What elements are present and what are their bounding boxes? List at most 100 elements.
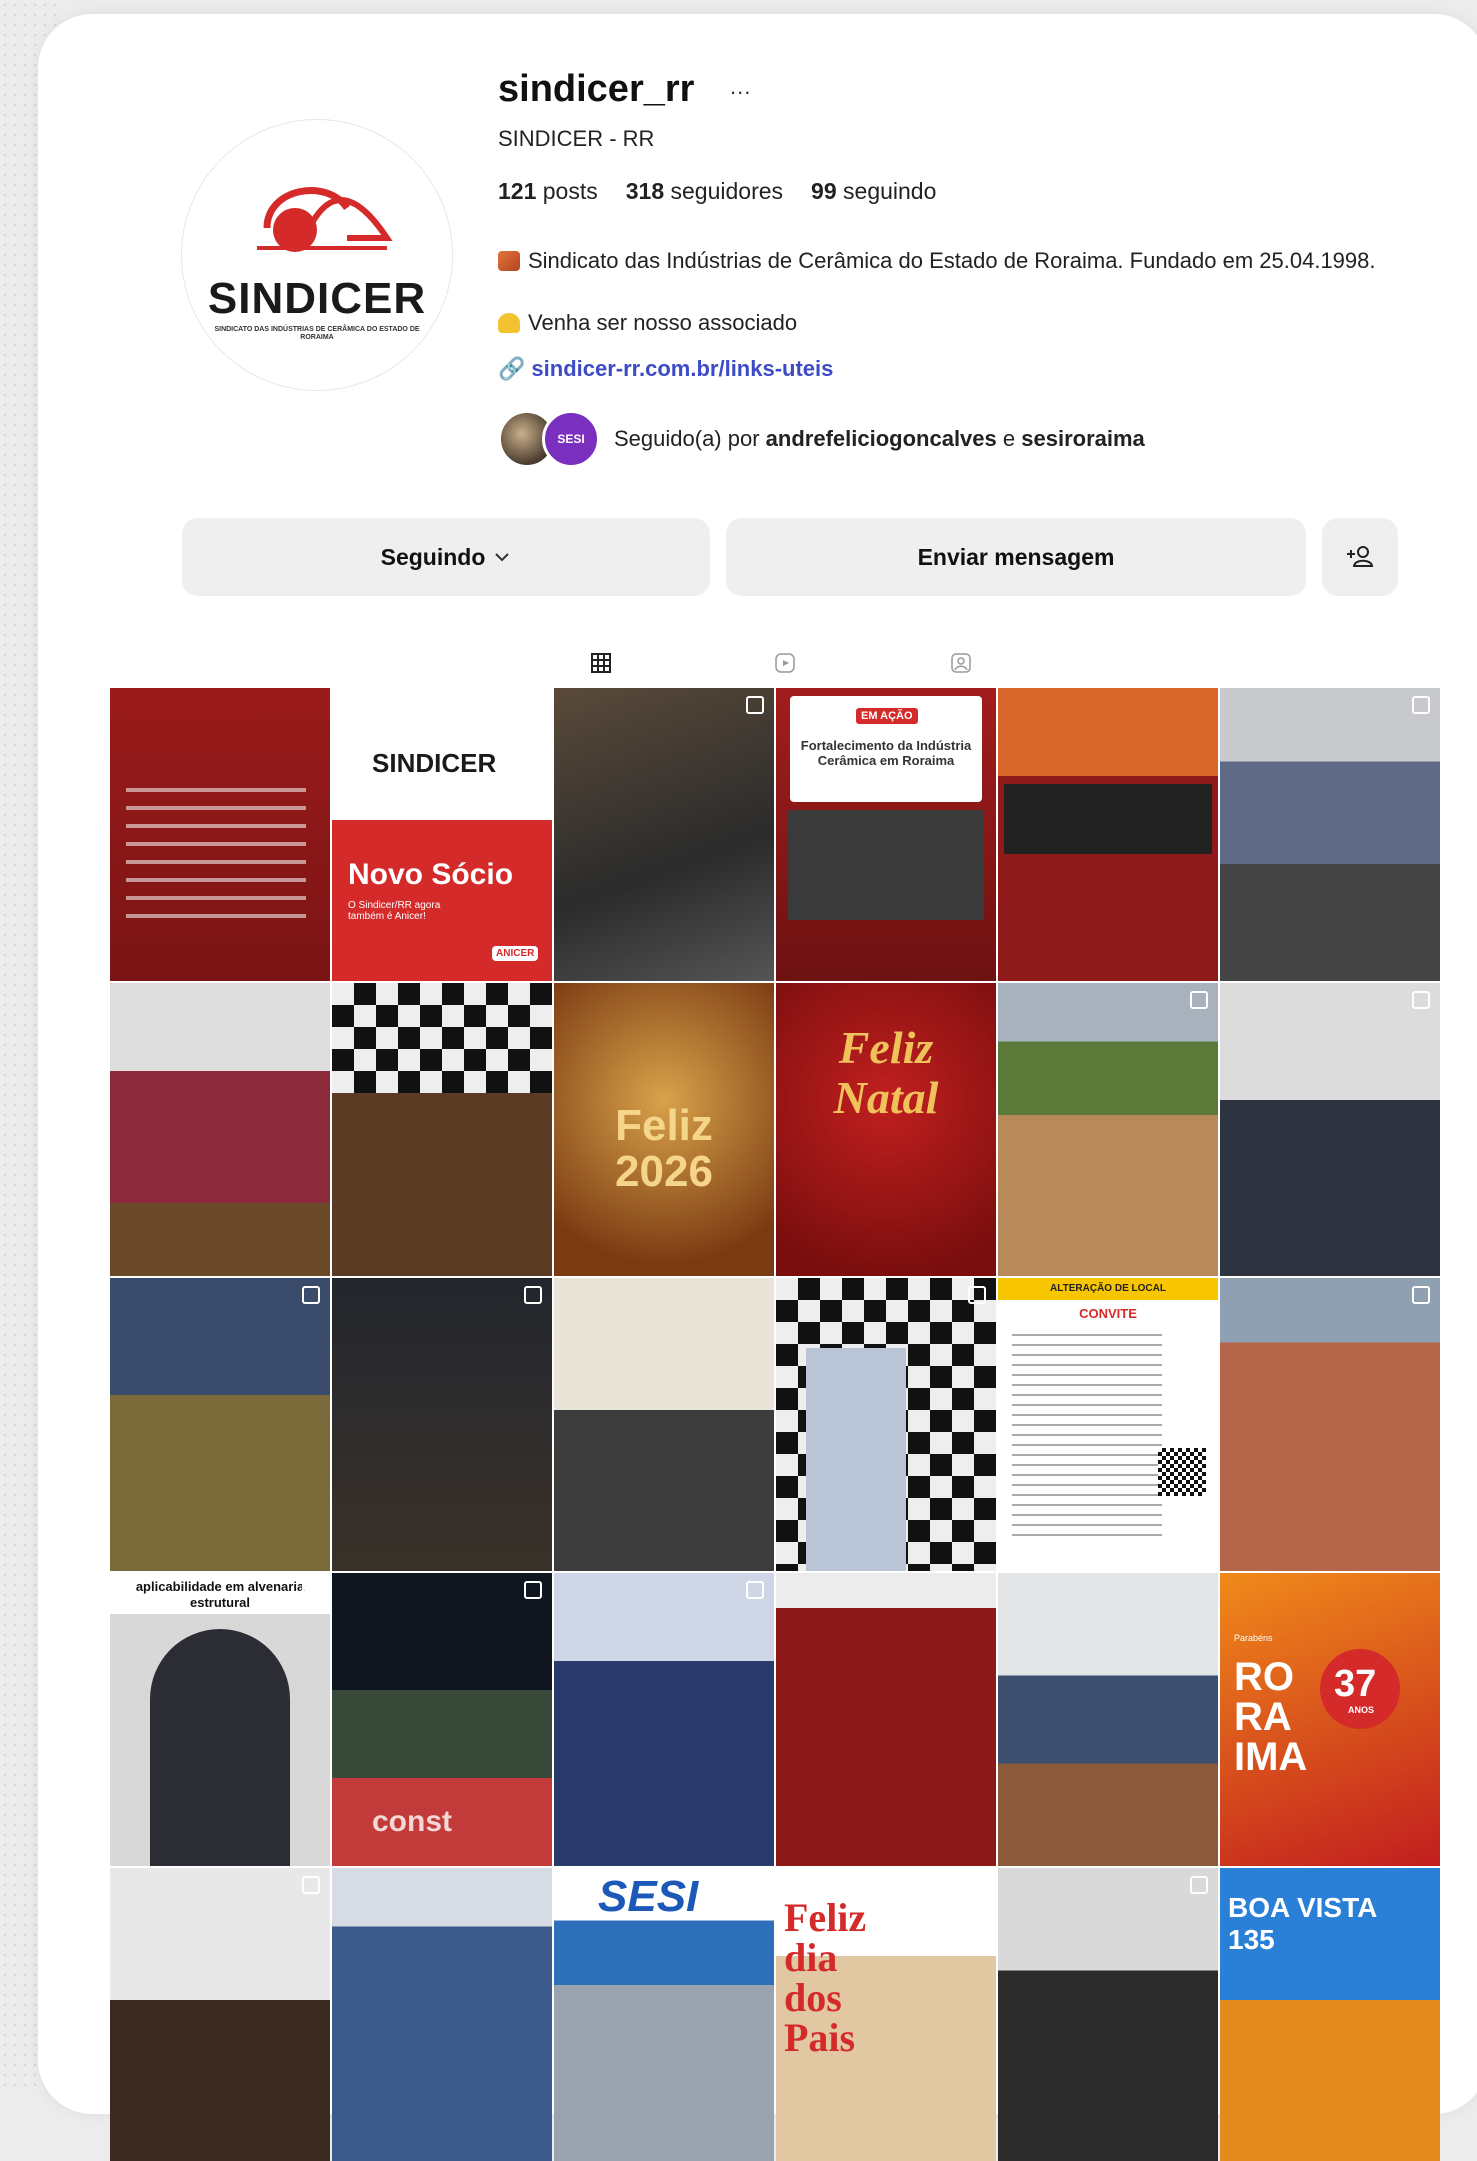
sindicer-logo-icon (257, 187, 393, 252)
post-badge: ANICER (492, 946, 539, 961)
reel-icon (746, 1581, 764, 1599)
post-text-lines (126, 788, 306, 928)
post-tile[interactable]: EM AÇÃO Fortalecimento da Indústria Cerâ… (776, 688, 996, 981)
following-stat[interactable]: 99 seguindo (811, 178, 936, 205)
profile-link-text[interactable]: sindicer-rr.com.br/links-uteis (531, 356, 833, 381)
post-tile[interactable] (110, 688, 330, 981)
following-button-label: Seguindo (380, 543, 486, 570)
tab-posts-grid[interactable] (586, 648, 616, 678)
post-title: BOA VISTA 135 (1228, 1892, 1377, 1955)
followed-by-text: Seguido(a) por andrefeliciogoncalves e s… (614, 426, 1145, 452)
post-tile[interactable] (110, 983, 330, 1276)
post-title: Fortalecimento da Indústria Cerâmica em … (800, 738, 972, 768)
post-title: Feliz Natal (833, 1022, 939, 1123)
profile-tabs (110, 648, 1440, 688)
post-tile[interactable] (998, 983, 1218, 1276)
reel-icon (302, 1286, 320, 1304)
post-label: Parabéns (1234, 1633, 1273, 1643)
post-person (150, 1629, 290, 1866)
post-tile[interactable]: Feliz dia dos Pais (776, 1868, 996, 2161)
add-person-button[interactable] (1322, 518, 1398, 596)
post-text-lines (1012, 1334, 1162, 1544)
post-tile[interactable]: Feliz Natal (776, 983, 996, 1276)
bio-line-2: Venha ser nosso associado (498, 310, 797, 336)
followers-stat[interactable]: 318 seguidores (626, 178, 783, 205)
followed-prefix: Seguido(a) por (614, 426, 760, 451)
post-tile[interactable]: aplicabilidade em alvenaria estrutural (110, 1573, 330, 1866)
post-tile[interactable] (998, 1573, 1218, 1866)
follower-avatar-2: SESI (542, 410, 600, 468)
post-tile[interactable] (554, 688, 774, 981)
post-badge: 37 (1334, 1663, 1377, 1705)
worker-icon (498, 313, 520, 333)
send-message-button[interactable]: Enviar mensagem (726, 518, 1306, 596)
post-title: CONVITE (1079, 1306, 1137, 1321)
post-tile[interactable] (332, 1278, 552, 1571)
grid-icon (591, 653, 611, 673)
post-title: Novo Sócio (348, 858, 514, 891)
post-tile[interactable]: BOA VISTA 135 (1220, 1868, 1440, 2161)
post-tile[interactable]: Parabéns RO RA IMA 37 ANOS (1220, 1573, 1440, 1866)
post-title: RO RA IMA (1234, 1655, 1308, 1779)
posts-count: 121 (498, 178, 537, 204)
more-options-icon[interactable]: ... (730, 74, 751, 100)
post-tile[interactable] (554, 1573, 774, 1866)
following-count: 99 (811, 178, 837, 204)
followed-user-1[interactable]: andrefeliciogoncalves (766, 426, 997, 451)
logo-text: SINDICER (207, 274, 427, 323)
reel-icon (746, 696, 764, 714)
followers-count: 318 (625, 178, 665, 204)
reel-icon (302, 1581, 320, 1599)
link-icon: 🔗 (498, 356, 526, 381)
tab-reels[interactable] (770, 648, 800, 678)
followed-user-2[interactable]: sesiroraima (1021, 426, 1145, 451)
posts-stat: 121 posts (498, 178, 598, 205)
post-tile[interactable] (998, 688, 1218, 981)
post-badge: EM AÇÃO (856, 708, 918, 724)
followers-label: seguidores (670, 178, 784, 204)
reel-icon (1190, 991, 1208, 1009)
post-tile[interactable] (110, 1278, 330, 1571)
send-message-label: Enviar mensagem (917, 543, 1115, 570)
tagged-icon (951, 653, 971, 673)
reel-icon (524, 1581, 542, 1599)
profile-full-name: SINDICER - RR (498, 126, 655, 151)
posts-grid: SINDICER Novo Sócio O Sindicer/RR agora … (110, 688, 1440, 2161)
post-logo-text: SINDICER (372, 748, 497, 778)
followed-by[interactable]: SESI Seguido(a) por andrefeliciogoncalve… (498, 410, 1145, 468)
post-tile[interactable] (554, 1278, 774, 1571)
post-tile[interactable]: Feliz 2026 (554, 983, 774, 1276)
post-tile[interactable] (1220, 688, 1440, 981)
profile-username: sindicer_rr (498, 68, 695, 110)
bio-text-1: Sindicato das Indústrias de Cerâmica do … (528, 248, 1376, 273)
post-tile[interactable] (1220, 983, 1440, 1276)
post-tile[interactable]: SINDICER Novo Sócio O Sindicer/RR agora … (332, 688, 552, 981)
post-tile[interactable]: ALTERAÇÃO DE LOCAL CONVITE (998, 1278, 1218, 1571)
followed-joiner: e (1002, 426, 1016, 451)
post-tile[interactable]: SESI (554, 1868, 774, 2161)
profile-link[interactable]: 🔗 sindicer-rr.com.br/links-uteis (498, 356, 833, 382)
post-title: Feliz 2026 (615, 1101, 713, 1196)
post-title: const (372, 1805, 453, 1838)
following-button[interactable]: Seguindo (182, 518, 710, 596)
add-person-icon (1347, 546, 1374, 567)
profile-stats: 121 posts 318 seguidores 99 seguindo (498, 178, 936, 205)
bio-line-1: Sindicato das Indústrias de Cerâmica do … (498, 246, 1378, 276)
post-table (332, 1093, 552, 1276)
post-title: Feliz dia dos Pais (784, 1895, 867, 2060)
post-tile[interactable] (776, 1573, 996, 1866)
post-banner: ALTERAÇÃO DE LOCAL (998, 1278, 1218, 1300)
post-tile[interactable]: const (332, 1573, 552, 1866)
post-title: aplicabilidade em alvenaria estrutural (135, 1579, 305, 1610)
post-tile[interactable] (998, 1868, 1218, 2161)
tab-tagged[interactable] (946, 648, 976, 678)
post-tile[interactable] (1220, 1278, 1440, 1571)
post-tile[interactable] (332, 1868, 552, 2161)
post-tile[interactable] (332, 983, 552, 1276)
reel-icon (1190, 1876, 1208, 1894)
profile-avatar[interactable]: SINDICER SINDICATO DAS INDÚSTRIAS DE CER… (182, 120, 452, 390)
post-tile[interactable] (776, 1278, 996, 1571)
post-tile[interactable] (110, 1868, 330, 2161)
reels-icon (775, 653, 795, 673)
qr-code-icon (1158, 1448, 1206, 1496)
